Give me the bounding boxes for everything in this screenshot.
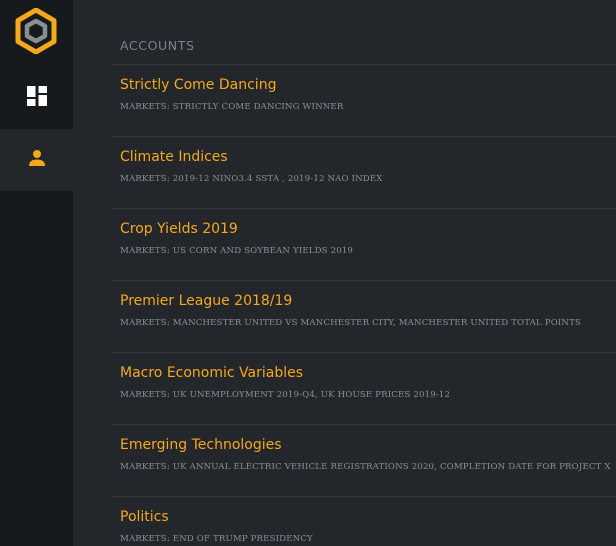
hexagon-logo-icon[interactable] [14, 7, 58, 55]
account-markets: MARKETS: UK ANNUAL ELECTRIC VEHICLE REGI… [120, 462, 611, 472]
account-item-climate-indices[interactable]: Climate Indices MARKETS: 2019-12 NINO3.4… [112, 137, 616, 209]
account-markets: MARKETS: MANCHESTER UNITED VS MANCHESTER… [120, 318, 582, 328]
sidebar [0, 0, 73, 546]
account-markets: MARKETS: 2019-12 NINO3.4 SSTA , 2019-12 … [120, 174, 383, 184]
user-icon [28, 149, 46, 172]
app-window: ACCOUNTS Strictly Come Dancing MARKETS: … [0, 0, 616, 546]
account-item-crop-yields[interactable]: Crop Yields 2019 MARKETS: US CORN AND SO… [112, 209, 616, 281]
account-item-emerging-technologies[interactable]: Emerging Technologies MARKETS: UK ANNUAL… [112, 425, 616, 497]
account-markets: MARKETS: END OF TRUMP PRESIDENCY [120, 534, 313, 544]
account-item-politics[interactable]: Politics MARKETS: END OF TRUMP PRESIDENC… [112, 497, 616, 546]
dashboard-icon [26, 85, 47, 111]
account-name[interactable]: Politics [120, 509, 169, 525]
account-item-premier-league[interactable]: Premier League 2018/19 MARKETS: MANCHEST… [112, 281, 616, 353]
account-name[interactable]: Crop Yields 2019 [120, 221, 238, 237]
account-markets: MARKETS: UK UNEMPLOYMENT 2019-Q4, UK HOU… [120, 390, 451, 400]
sidebar-item-dashboard[interactable] [0, 67, 73, 129]
page-title: ACCOUNTS [120, 38, 195, 53]
account-name[interactable]: Emerging Technologies [120, 437, 282, 453]
account-item-strictly-come-dancing[interactable]: Strictly Come Dancing MARKETS: STRICTLY … [112, 65, 616, 137]
account-name[interactable]: Macro Economic Variables [120, 365, 303, 381]
account-list: Strictly Come Dancing MARKETS: STRICTLY … [112, 65, 616, 546]
sidebar-item-accounts[interactable] [0, 129, 73, 191]
account-item-macro-economic-variables[interactable]: Macro Economic Variables MARKETS: UK UNE… [112, 353, 616, 425]
account-name[interactable]: Climate Indices [120, 149, 228, 165]
account-name[interactable]: Strictly Come Dancing [120, 77, 276, 93]
account-name[interactable]: Premier League 2018/19 [120, 293, 292, 309]
account-markets: MARKETS: STRICTLY COME DANCING WINNER [120, 102, 344, 112]
main-content: ACCOUNTS Strictly Come Dancing MARKETS: … [73, 0, 616, 546]
account-markets: MARKETS: US CORN AND SOYBEAN YIELDS 2019 [120, 246, 354, 256]
